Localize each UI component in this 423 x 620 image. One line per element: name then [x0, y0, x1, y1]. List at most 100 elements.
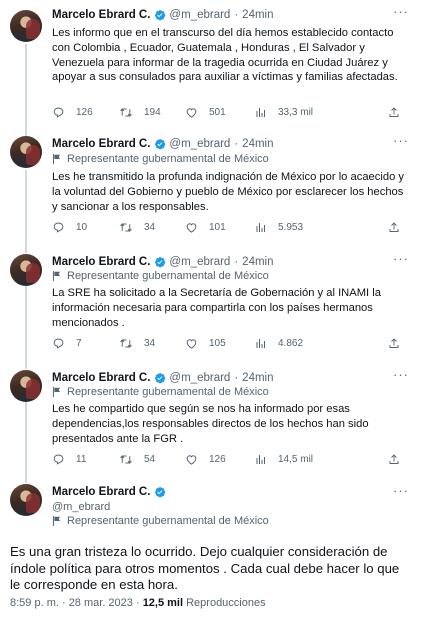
retweet-icon [120, 223, 132, 232]
author-handle[interactable]: @m_ebrard [52, 501, 169, 513]
retweet-count: 194 [144, 107, 161, 118]
author-handle[interactable]: @m_ebrard [169, 256, 230, 268]
tweet[interactable]: Marcelo Ebrard C. @m_ebrard · 24min ··· … [0, 250, 423, 362]
reply-button[interactable]: 126 [52, 106, 93, 119]
reply-button[interactable]: 10 [52, 221, 87, 234]
like-count: 501 [209, 107, 226, 118]
views-button[interactable]: 33,3 mil [255, 106, 313, 119]
views-button[interactable]: 14,5 mil [255, 453, 313, 466]
author-name[interactable]: Marcelo Ebrard C. [52, 9, 150, 21]
main-tweet-header: Marcelo Ebrard C. @m_ebrard [52, 484, 169, 513]
author-name[interactable]: Marcelo Ebrard C. [52, 256, 150, 268]
retweet-icon [120, 455, 132, 464]
reply-count: 10 [76, 222, 88, 233]
government-label-text: Representante gubernamental de México [67, 270, 269, 282]
government-label-text: Representante gubernamental de México [67, 153, 269, 165]
author-name[interactable]: Marcelo Ebrard C. [52, 372, 150, 384]
government-label[interactable]: Representante gubernamental de México [52, 386, 269, 398]
author-handle[interactable]: @m_ebrard [169, 372, 230, 384]
main-tweet-text: Es una gran tristeza lo ocurrido. Dejo c… [10, 544, 400, 592]
views-button[interactable]: 4.862 [255, 337, 303, 350]
share-button[interactable] [388, 453, 400, 469]
retweet-button[interactable]: 54 [119, 453, 155, 466]
like-icon [186, 223, 197, 233]
avatar[interactable] [10, 370, 42, 402]
retweet-icon [120, 108, 132, 117]
like-button[interactable]: 101 [185, 221, 226, 234]
reply-button[interactable]: 7 [52, 337, 82, 350]
tweet-text: Les he transmitido la profunda indignaci… [52, 171, 404, 213]
avatar[interactable] [10, 10, 42, 42]
share-button[interactable] [388, 337, 400, 353]
like-icon [186, 108, 197, 118]
tweet-actions: 11 54 126 14,5 mil [52, 453, 400, 469]
government-flag-icon [52, 154, 61, 164]
verified-badge-icon [154, 486, 166, 498]
tweet[interactable]: Marcelo Ebrard C. @m_ebrard · 24min ··· … [0, 366, 423, 478]
tweet[interactable]: Marcelo Ebrard C. @m_ebrard · 24min ··· … [0, 0, 423, 128]
like-icon [186, 455, 197, 465]
avatar[interactable] [10, 136, 42, 168]
separator: · [234, 372, 239, 384]
separator: · [234, 9, 239, 21]
author-name[interactable]: Marcelo Ebrard C. [52, 486, 150, 498]
like-button[interactable]: 105 [185, 337, 226, 350]
author-handle[interactable]: @m_ebrard [169, 138, 230, 150]
author-name[interactable]: Marcelo Ebrard C. [52, 138, 150, 150]
views-label: Reproducciones [183, 597, 266, 609]
views-total[interactable]: 12,5 mil [143, 597, 183, 609]
more-options-icon[interactable]: ··· [393, 133, 409, 148]
like-count: 126 [209, 454, 226, 465]
retweet-button[interactable]: 194 [119, 106, 161, 119]
views-count: 4.862 [278, 338, 304, 349]
verified-badge-icon [154, 372, 166, 384]
tweet-time[interactable]: 24min [242, 372, 273, 384]
more-options-icon[interactable]: ··· [393, 367, 409, 382]
avatar[interactable] [10, 254, 42, 286]
share-icon [389, 107, 399, 117]
more-options-icon[interactable]: ··· [393, 251, 409, 266]
share-icon [389, 338, 399, 348]
tweet-time[interactable]: 24min [242, 138, 273, 150]
views-icon [256, 455, 265, 464]
tweet-header: Marcelo Ebrard C. @m_ebrard · 24min [52, 6, 274, 24]
tweet-header: Marcelo Ebrard C. @m_ebrard · 24min [52, 135, 274, 153]
views-count: 33,3 mil [278, 107, 314, 118]
reply-count: 7 [76, 338, 82, 349]
share-icon [389, 222, 399, 232]
verified-badge-icon [154, 138, 166, 150]
tweet-time[interactable]: 24min [242, 256, 273, 268]
more-options-icon[interactable]: ··· [393, 483, 409, 498]
retweet-count: 54 [144, 454, 156, 465]
avatar[interactable] [10, 484, 42, 516]
government-label[interactable]: Representante gubernamental de México [52, 270, 269, 282]
government-flag-icon [52, 516, 61, 526]
government-label[interactable]: Representante gubernamental de México [52, 153, 269, 165]
government-label[interactable]: Representante gubernamental de México [52, 515, 269, 527]
views-button[interactable]: 5.953 [255, 221, 303, 234]
tweet-text: La SRE ha solicitado a la Secretaría de … [52, 287, 381, 329]
like-button[interactable]: 126 [185, 453, 226, 466]
tweet-metadata: 8:59 p. m. · 28 mar. 2023 · 12,5 mil Rep… [10, 597, 266, 609]
like-icon [186, 339, 197, 349]
verified-badge-icon [154, 256, 166, 268]
share-button[interactable] [388, 221, 400, 237]
tweet-actions: 7 34 105 4.862 [52, 337, 400, 353]
tweet-timestamp[interactable]: 8:59 p. m. · 28 mar. 2023 · [10, 597, 143, 609]
tweet-text: Les he compartido que según se nos ha in… [52, 403, 369, 445]
reply-button[interactable]: 11 [52, 453, 86, 466]
author-handle[interactable]: @m_ebrard [169, 9, 230, 21]
like-button[interactable]: 501 [185, 106, 226, 119]
tweet-text: Les informo que en el transcurso del día… [52, 27, 398, 84]
retweet-icon [120, 339, 132, 348]
tweet[interactable]: Marcelo Ebrard C. @m_ebrard · 24min ··· … [0, 132, 423, 248]
tweet-time[interactable]: 24min [242, 9, 273, 21]
verified-badge-icon [154, 9, 166, 21]
reply-count: 11 [76, 454, 87, 465]
share-button[interactable] [388, 106, 400, 122]
government-flag-icon [52, 271, 61, 281]
retweet-button[interactable]: 34 [119, 221, 155, 234]
retweet-button[interactable]: 34 [119, 337, 155, 350]
more-options-icon[interactable]: ··· [393, 4, 409, 19]
retweet-count: 34 [144, 338, 156, 349]
